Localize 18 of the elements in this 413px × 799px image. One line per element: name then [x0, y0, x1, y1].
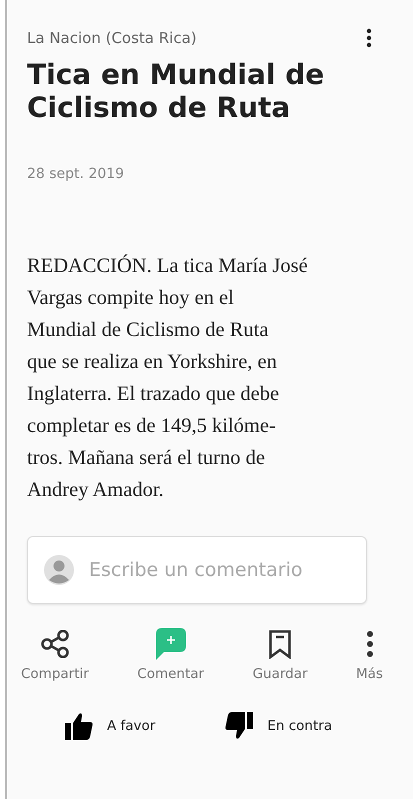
- upvote-button[interactable]: A favor: [65, 712, 156, 740]
- bookmark-icon: [269, 630, 292, 658]
- more-button[interactable]: Más: [356, 628, 383, 682]
- thumbs-up-icon: [65, 712, 93, 740]
- share-icon: [40, 630, 70, 658]
- article-body: REDACCIÓN. La tica María José Vargas compite hoy en el Mundial de Ciclismo de Ruta que se realiza en Yorkshire, en Inglaterra. El trazado que debe completar es de 149,5 kilóme- tros. Mañana será el turno de Andrey Amador.: [27, 253, 309, 503]
- more-icon: [366, 630, 374, 658]
- comment-button[interactable]: Comentar: [137, 628, 204, 682]
- more-icon[interactable]: [366, 28, 372, 48]
- downvote-button[interactable]: En contra: [225, 712, 332, 740]
- source-name: La Nacion (Costa Rica): [27, 29, 197, 47]
- article-date: 28 sept. 2019: [27, 166, 126, 182]
- thumbs-down-icon: [225, 712, 254, 740]
- add-comment-icon: [156, 628, 186, 660]
- share-button[interactable]: Compartir: [21, 628, 89, 682]
- article-title: Tica en Mundial de Ciclismo de Ruta: [27, 58, 326, 124]
- comment-field[interactable]: Escribe un comentario: [27, 536, 367, 604]
- save-button[interactable]: Guardar: [252, 628, 308, 682]
